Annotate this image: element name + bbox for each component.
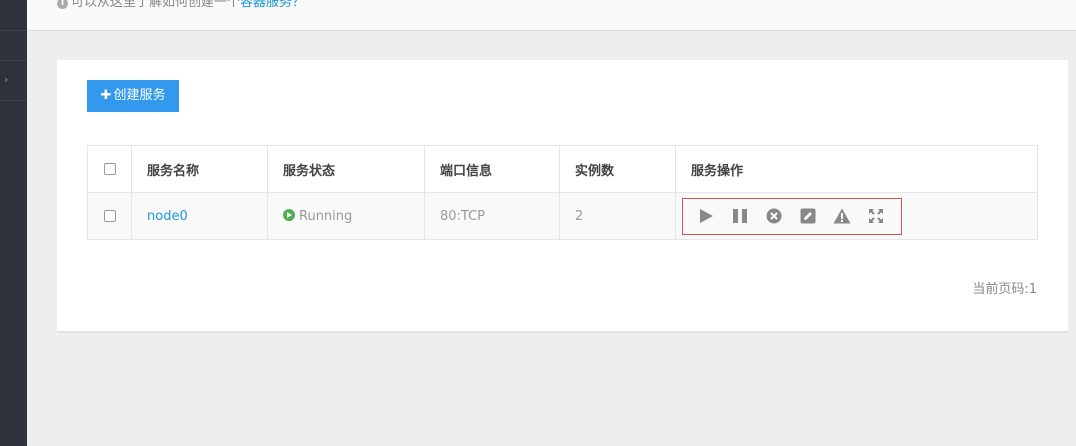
port-info-cell: 80:TCP: [424, 192, 560, 240]
select-all-checkbox[interactable]: [103, 163, 116, 175]
pause-icon[interactable]: [723, 206, 757, 226]
row-checkbox[interactable]: [103, 210, 116, 222]
running-status-icon: [283, 208, 295, 221]
help-tip: i 可以从这里了解如何创建一个容器服务？: [57, 0, 305, 10]
sidebar-divider: [0, 60, 27, 61]
service-actions-cell: [675, 192, 1038, 240]
select-all-cell: [87, 145, 132, 193]
sidebar: ›: [0, 0, 27, 446]
header-service-status: 服务状态: [267, 145, 425, 193]
plus-icon: ✚: [100, 88, 112, 103]
table-row: node0 Running 80:TCP 2: [87, 192, 1038, 240]
help-tip-link[interactable]: 容器服务？: [240, 0, 305, 10]
chevron-right-icon[interactable]: ›: [4, 74, 8, 86]
edit-icon[interactable]: [791, 206, 825, 226]
fullscreen-icon[interactable]: [859, 206, 893, 226]
header-instance-count: 实例数: [559, 145, 676, 193]
header-port-info: 端口信息: [424, 145, 560, 193]
remove-circle-icon[interactable]: [757, 206, 791, 226]
service-status-cell: Running: [267, 192, 425, 240]
row-select-cell: [87, 192, 132, 240]
service-status-text: Running: [299, 208, 353, 224]
help-tip-text: 可以从这里了解如何创建一个: [71, 0, 241, 10]
warning-icon[interactable]: [825, 206, 859, 226]
services-table: 服务名称 服务状态 端口信息 实例数 服务操作 node0 Running 80…: [87, 145, 1038, 240]
info-icon: i: [57, 0, 68, 9]
play-icon[interactable]: [689, 206, 723, 226]
sidebar-divider: [0, 30, 27, 31]
header-service-actions: 服务操作: [675, 145, 1038, 193]
instance-count-cell: 2: [559, 192, 676, 240]
table-header-row: 服务名称 服务状态 端口信息 实例数 服务操作: [87, 145, 1038, 193]
services-panel: ✚ 创建服务 服务名称 服务状态 端口信息 实例数 服务操作 node0 Run…: [57, 60, 1068, 333]
service-name-cell: node0: [131, 192, 268, 240]
sidebar-divider: [0, 100, 27, 101]
pagination-label: 当前页码:1: [972, 282, 1037, 297]
create-service-label: 创建服务: [113, 88, 166, 103]
header-service-name: 服务名称: [131, 145, 268, 193]
service-actions-group: [682, 197, 902, 235]
service-name-link[interactable]: node0: [147, 209, 188, 224]
create-service-button[interactable]: ✚ 创建服务: [87, 80, 179, 112]
top-bar: i 可以从这里了解如何创建一个容器服务？: [27, 0, 1076, 31]
